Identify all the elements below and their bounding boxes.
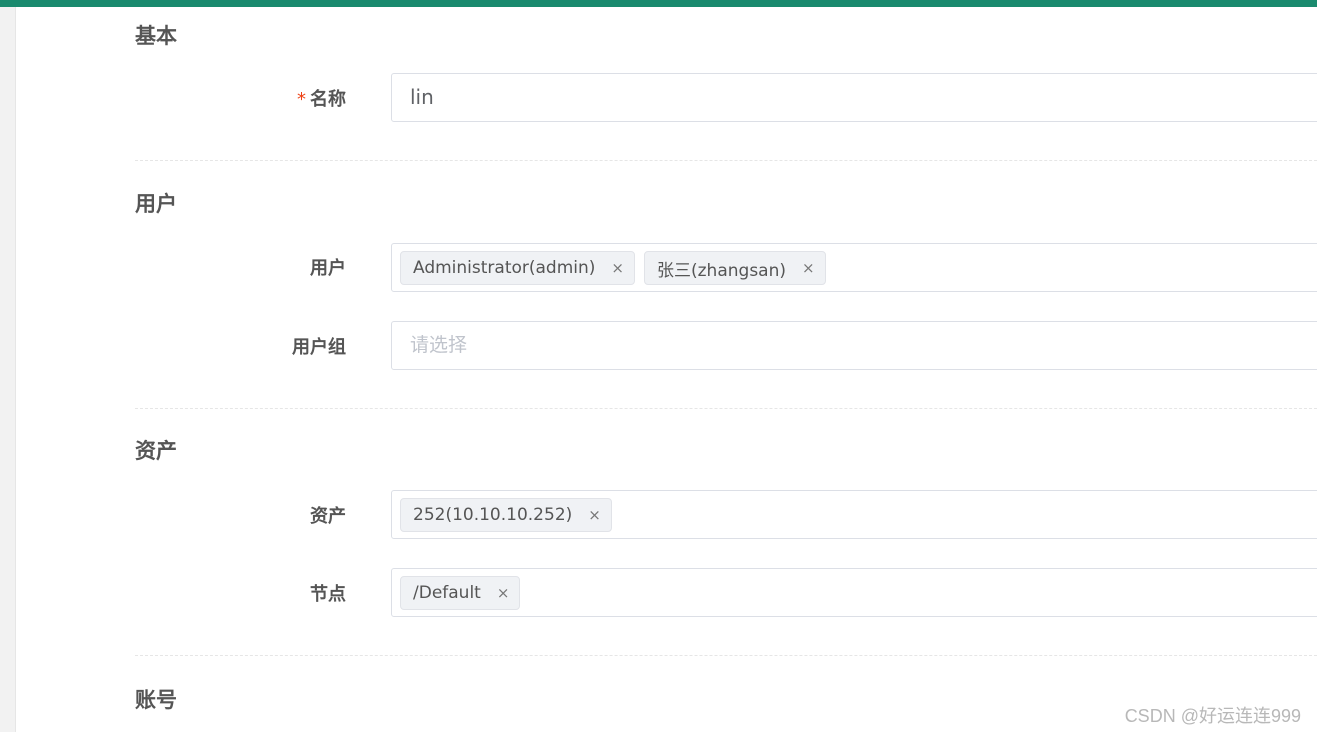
section-divider	[135, 408, 1317, 409]
node-tag-label: /Default	[413, 583, 481, 603]
section-title-assets: 资产	[135, 439, 177, 463]
node-select[interactable]: /Default ×	[391, 568, 1317, 617]
close-icon[interactable]: ×	[802, 259, 815, 277]
node-label: 节点	[310, 584, 346, 605]
node-tags: /Default ×	[400, 576, 521, 610]
user-group-label: 用户组	[292, 337, 346, 358]
user-group-placeholder: 请选择	[410, 334, 468, 356]
user-tags: Administrator(admin) × 张三(zhangsan) ×	[400, 251, 826, 285]
watermark: CSDN @好运连连999	[1124, 706, 1301, 726]
name-input-value: lin	[410, 85, 434, 109]
close-icon[interactable]: ×	[611, 259, 624, 277]
asset-tag-label: 252(10.10.10.252)	[413, 505, 573, 525]
user-label: 用户	[310, 258, 346, 279]
name-label: * 名称	[240, 88, 346, 112]
section-title-accounts: 账号	[135, 688, 177, 712]
name-input[interactable]: lin	[391, 73, 1317, 122]
user-select[interactable]: Administrator(admin) × 张三(zhangsan) ×	[391, 243, 1317, 292]
user-tag-label: Administrator(admin)	[413, 258, 596, 278]
asset-tags: 252(10.10.10.252) ×	[400, 498, 612, 532]
asset-tag: 252(10.10.10.252) ×	[400, 498, 612, 532]
asset-label: 资产	[310, 506, 346, 527]
name-label-text: 名称	[310, 89, 346, 110]
section-divider	[135, 655, 1317, 656]
section-title-users: 用户	[135, 192, 177, 216]
close-icon[interactable]: ×	[588, 506, 601, 524]
required-mark: *	[297, 89, 306, 110]
left-sidebar-rail	[0, 7, 16, 732]
user-group-select[interactable]: 请选择	[391, 321, 1317, 370]
user-tag: Administrator(admin) ×	[400, 251, 635, 285]
section-divider	[135, 160, 1317, 161]
close-icon[interactable]: ×	[497, 584, 510, 602]
asset-select[interactable]: 252(10.10.10.252) ×	[391, 490, 1317, 539]
top-accent-bar	[0, 0, 1317, 7]
node-tag: /Default ×	[400, 576, 521, 610]
section-title-basic: 基本	[135, 24, 177, 48]
user-tag-label: 张三(zhangsan)	[657, 260, 786, 281]
user-tag: 张三(zhangsan) ×	[644, 251, 826, 285]
